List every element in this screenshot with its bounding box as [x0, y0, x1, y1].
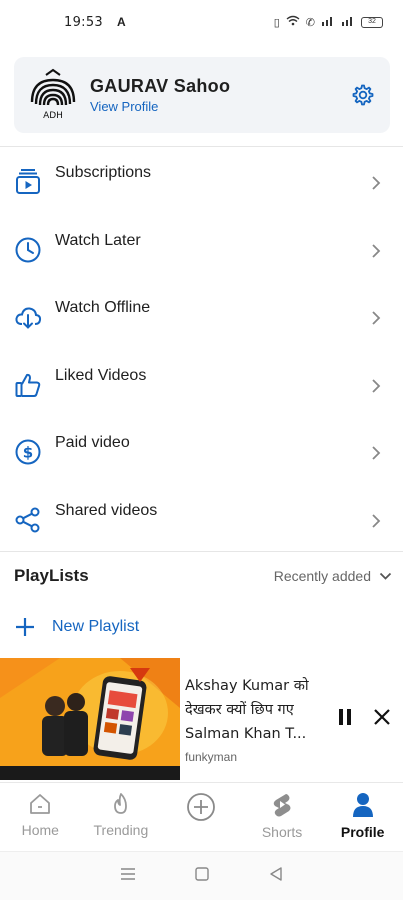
status-icons: ▯ ✆ 32: [274, 15, 383, 29]
plus-icon: [16, 618, 34, 636]
status-time: 19:53: [64, 14, 103, 30]
menu-icon[interactable]: [120, 867, 136, 886]
pause-button[interactable]: [337, 708, 353, 731]
subscriptions-icon: [16, 169, 40, 194]
menu-item-shared-videos[interactable]: Shared videos: [0, 486, 403, 554]
add-icon: [187, 793, 216, 821]
signal-icon-2: [341, 15, 355, 29]
aadhaar-logo: ADH: [26, 68, 80, 122]
clock-icon: [15, 237, 41, 262]
chevron-right-icon: [372, 513, 381, 528]
menu-label: Paid video: [55, 434, 130, 451]
share-icon: [15, 507, 40, 532]
profile-card[interactable]: ADH GAURAV Sahoo View Profile: [14, 57, 390, 133]
dollar-icon: $: [15, 439, 41, 465]
chevron-down-icon: [379, 572, 392, 580]
menu-label: Watch Offline: [55, 299, 151, 316]
divider: [0, 146, 403, 147]
settings-button[interactable]: [348, 80, 378, 110]
playlists-header: PlayLists Recently added: [14, 566, 392, 586]
signal-icon: [321, 15, 335, 29]
nav-label: Home: [21, 822, 59, 838]
wifi-icon: [286, 15, 300, 29]
menu-item-watch-later[interactable]: Watch Later: [0, 216, 403, 284]
vibrate-icon: ▯: [273, 16, 280, 29]
svg-text:$: $: [23, 444, 33, 462]
menu-label: Subscriptions: [55, 164, 152, 181]
view-profile-link[interactable]: View Profile: [90, 99, 230, 114]
profile-icon: [352, 793, 373, 817]
chevron-right-icon: [372, 243, 381, 258]
menu-item-watch-offline[interactable]: Watch Offline: [0, 283, 403, 351]
nav-shorts[interactable]: Shorts: [242, 783, 323, 850]
video-title[interactable]: Akshay Kumar को देखकर क्यों छिप गए Salma…: [185, 674, 331, 746]
nav-label: Profile: [340, 824, 385, 840]
nav-trending[interactable]: Trending: [81, 783, 162, 850]
home-icon: [30, 794, 51, 814]
bottom-nav: Home Trending Shorts Profile: [0, 782, 403, 850]
chevron-right-icon: [372, 176, 381, 190]
chevron-right-icon: [372, 311, 381, 325]
menu-label: Shared videos: [55, 501, 158, 519]
divider: [0, 551, 403, 552]
sort-dropdown[interactable]: Recently added: [274, 568, 392, 584]
channel-name: funkyman: [185, 750, 238, 764]
mini-player[interactable]: Akshay Kumar को देखकर क्यों छिप गए Salma…: [0, 658, 403, 780]
shorts-icon: [273, 794, 291, 817]
system-nav-bar: [0, 851, 403, 900]
flame-icon: [113, 793, 127, 814]
sort-label: Recently added: [273, 568, 371, 584]
alert-icon: A: [116, 15, 126, 29]
thumbs-up-icon: [15, 373, 41, 397]
new-playlist-label: New Playlist: [52, 618, 140, 635]
gear-icon: [352, 84, 374, 106]
chevron-right-icon: [372, 446, 381, 460]
menu-label: Watch Later: [55, 231, 141, 249]
home-square-icon[interactable]: [195, 866, 210, 886]
library-menu: Subscriptions Watch Later Watch Offline …: [0, 148, 403, 553]
call-icon: ✆: [305, 16, 315, 29]
menu-item-liked-videos[interactable]: Liked Videos: [0, 351, 403, 419]
video-thumbnail[interactable]: [0, 658, 180, 780]
nav-profile[interactable]: Profile: [322, 783, 403, 850]
battery-icon: 32: [361, 16, 383, 28]
nav-home[interactable]: Home: [0, 783, 81, 850]
menu-label: Liked Videos: [55, 366, 147, 384]
nav-add[interactable]: [161, 783, 242, 850]
menu-item-subscriptions[interactable]: Subscriptions: [0, 148, 403, 216]
cloud-download-icon: [15, 307, 42, 329]
nav-label: Trending: [93, 822, 149, 838]
svg-text:ADH: ADH: [43, 111, 63, 121]
menu-item-paid-video[interactable]: $ Paid video: [0, 418, 403, 486]
close-button[interactable]: [373, 708, 391, 731]
playlists-title: PlayLists: [14, 566, 89, 585]
status-bar: 19:53 A ▯ ✆ 32: [0, 0, 403, 44]
new-playlist-button[interactable]: New Playlist: [14, 616, 139, 638]
profile-name: GAURAV Sahoo: [90, 76, 231, 96]
chevron-right-icon: [372, 378, 381, 393]
nav-label: Shorts: [261, 824, 303, 840]
close-icon: [374, 709, 390, 725]
pause-icon: [339, 709, 351, 725]
back-icon[interactable]: [269, 866, 283, 886]
